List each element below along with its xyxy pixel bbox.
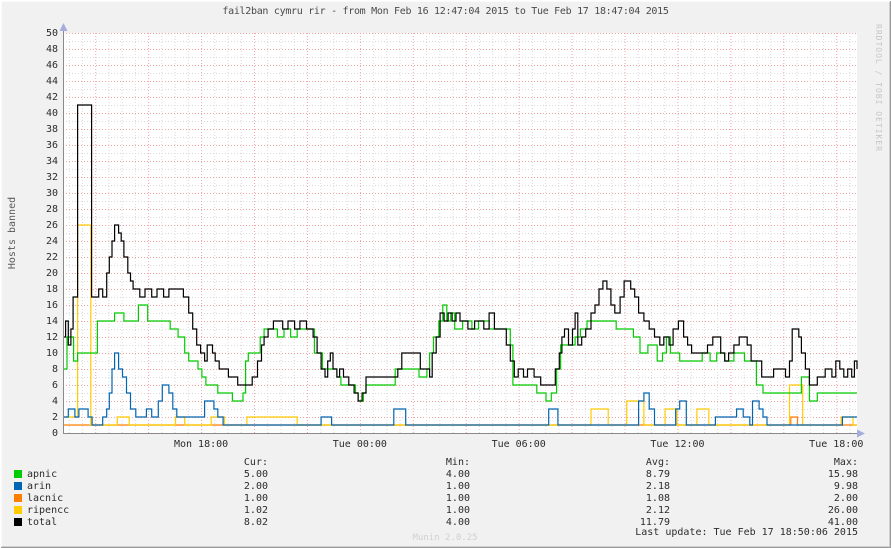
y-tick-label: 48 bbox=[32, 44, 58, 55]
y-tick-label: 22 bbox=[32, 252, 58, 263]
legend-value: 8.79 bbox=[578, 469, 670, 480]
y-tick-label: 44 bbox=[32, 76, 58, 87]
y-tick-label: 40 bbox=[32, 108, 58, 119]
legend-value: 8.02 bbox=[176, 517, 268, 528]
legend-name-total: total bbox=[27, 517, 57, 528]
rrdtool-watermark: RRDTOOL / TOBI OETIKER bbox=[874, 24, 883, 152]
x-tick-label: Mon 18:00 bbox=[161, 439, 241, 450]
legend-value: 1.02 bbox=[176, 505, 268, 516]
legend-header: Max: bbox=[766, 457, 858, 468]
y-tick-label: 30 bbox=[32, 188, 58, 199]
legend-value: 15.98 bbox=[766, 469, 858, 480]
graph-title: fail2ban cymru rir - from Mon Feb 16 12:… bbox=[0, 6, 891, 17]
legend-swatch-total bbox=[14, 518, 22, 526]
legend-value: 2.00 bbox=[766, 493, 858, 504]
legend-name-ripencc: ripencc bbox=[27, 505, 69, 516]
y-tick-label: 50 bbox=[32, 28, 58, 39]
legend-value: 4.00 bbox=[378, 469, 470, 480]
x-tick-label: Tue 12:00 bbox=[637, 439, 717, 450]
legend-value: 1.00 bbox=[378, 493, 470, 504]
y-tick-label: 38 bbox=[32, 124, 58, 135]
legend-swatch-apnic bbox=[14, 470, 22, 478]
y-axis-arrow-icon bbox=[60, 23, 68, 31]
y-tick-label: 42 bbox=[32, 92, 58, 103]
x-tick-label: Tue 00:00 bbox=[320, 439, 400, 450]
y-tick-label: 34 bbox=[32, 156, 58, 167]
legend-name-lacnic: lacnic bbox=[27, 493, 63, 504]
legend-header: Avg: bbox=[578, 457, 670, 468]
legend-swatch-arin bbox=[14, 482, 22, 490]
y-tick-label: 4 bbox=[32, 396, 58, 407]
y-tick-label: 6 bbox=[32, 380, 58, 391]
legend-value: 1.00 bbox=[176, 493, 268, 504]
y-tick-label: 20 bbox=[32, 268, 58, 279]
legend-name-apnic: apnic bbox=[27, 469, 57, 480]
y-tick-label: 18 bbox=[32, 284, 58, 295]
legend-value: 1.08 bbox=[578, 493, 670, 504]
legend-value: 1.00 bbox=[378, 505, 470, 516]
munin-version-text: Munin 2.0.25 bbox=[385, 533, 505, 543]
legend-value: 26.00 bbox=[766, 505, 858, 516]
y-tick-label: 32 bbox=[32, 172, 58, 183]
last-update-text: Last update: Tue Feb 17 18:50:06 2015 bbox=[558, 527, 858, 538]
y-tick-label: 36 bbox=[32, 140, 58, 151]
y-axis-title: Hosts banned bbox=[7, 183, 21, 283]
plot-background bbox=[63, 33, 857, 433]
legend-name-arin: arin bbox=[27, 481, 51, 492]
y-tick-label: 10 bbox=[32, 348, 58, 359]
legend-value: 9.98 bbox=[766, 481, 858, 492]
y-tick-label: 14 bbox=[32, 316, 58, 327]
legend-value: 1.00 bbox=[378, 481, 470, 492]
y-tick-label: 12 bbox=[32, 332, 58, 343]
legend-value: 4.00 bbox=[378, 517, 470, 528]
legend-value: 2.12 bbox=[578, 505, 670, 516]
y-tick-label: 2 bbox=[32, 412, 58, 423]
y-tick-label: 8 bbox=[32, 364, 58, 375]
legend-value: 2.00 bbox=[176, 481, 268, 492]
x-tick-label: Tue 18:00 bbox=[796, 439, 876, 450]
y-tick-label: 0 bbox=[32, 428, 58, 439]
legend-header: Cur: bbox=[176, 457, 268, 468]
legend-header: Min: bbox=[378, 457, 470, 468]
legend-value: 2.18 bbox=[578, 481, 670, 492]
y-tick-label: 24 bbox=[32, 236, 58, 247]
legend-value: 5.00 bbox=[176, 469, 268, 480]
y-tick-label: 26 bbox=[32, 220, 58, 231]
y-tick-label: 16 bbox=[32, 300, 58, 311]
legend-swatch-ripencc bbox=[14, 506, 22, 514]
munin-graph: fail2ban cymru rir - from Mon Feb 16 12:… bbox=[0, 0, 891, 548]
legend-swatch-lacnic bbox=[14, 494, 22, 502]
x-axis-arrow-icon bbox=[857, 430, 865, 438]
y-tick-label: 46 bbox=[32, 60, 58, 71]
y-tick-label: 28 bbox=[32, 204, 58, 215]
x-tick-label: Tue 06:00 bbox=[479, 439, 559, 450]
